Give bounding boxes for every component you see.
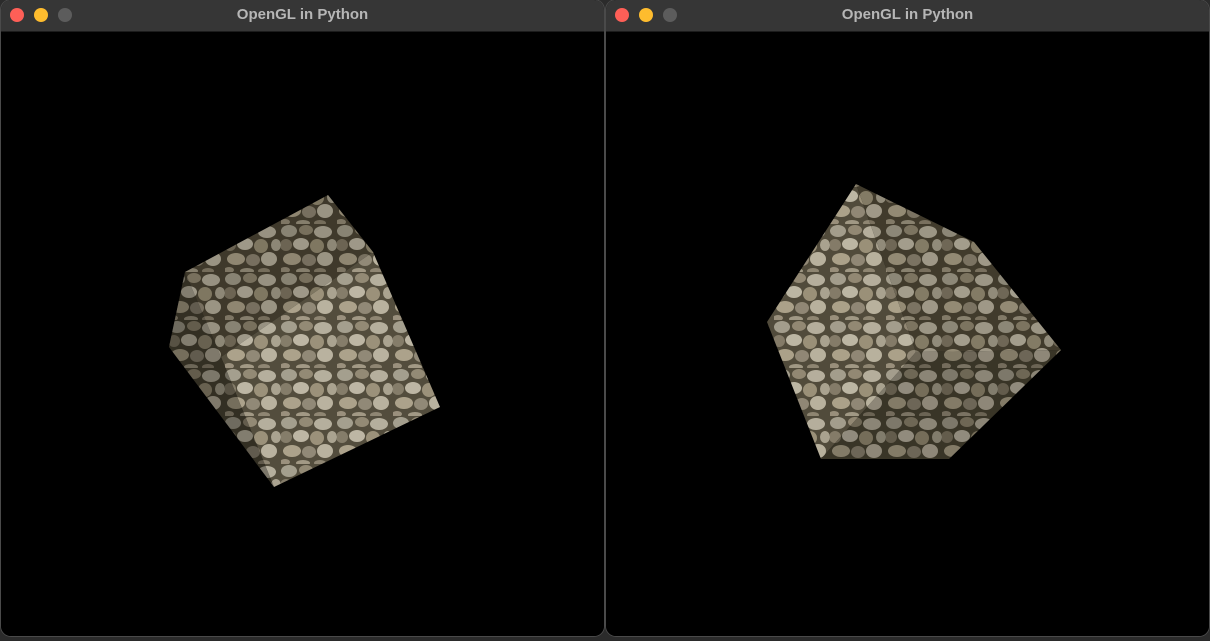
window-title: OpenGL in Python (841, 6, 974, 23)
cube-render (169, 195, 440, 487)
window-title: OpenGL in Python (236, 6, 369, 23)
opengl-canvas[interactable] (1, 32, 604, 636)
opengl-window-right: OpenGL in Python (606, 0, 1209, 636)
opengl-window-left: OpenGL in Python (1, 0, 604, 636)
window-titlebar[interactable]: OpenGL in Python (1, 0, 604, 32)
cube-render (767, 184, 1061, 459)
opengl-canvas[interactable] (606, 32, 1209, 636)
window-titlebar[interactable]: OpenGL in Python (606, 0, 1209, 32)
